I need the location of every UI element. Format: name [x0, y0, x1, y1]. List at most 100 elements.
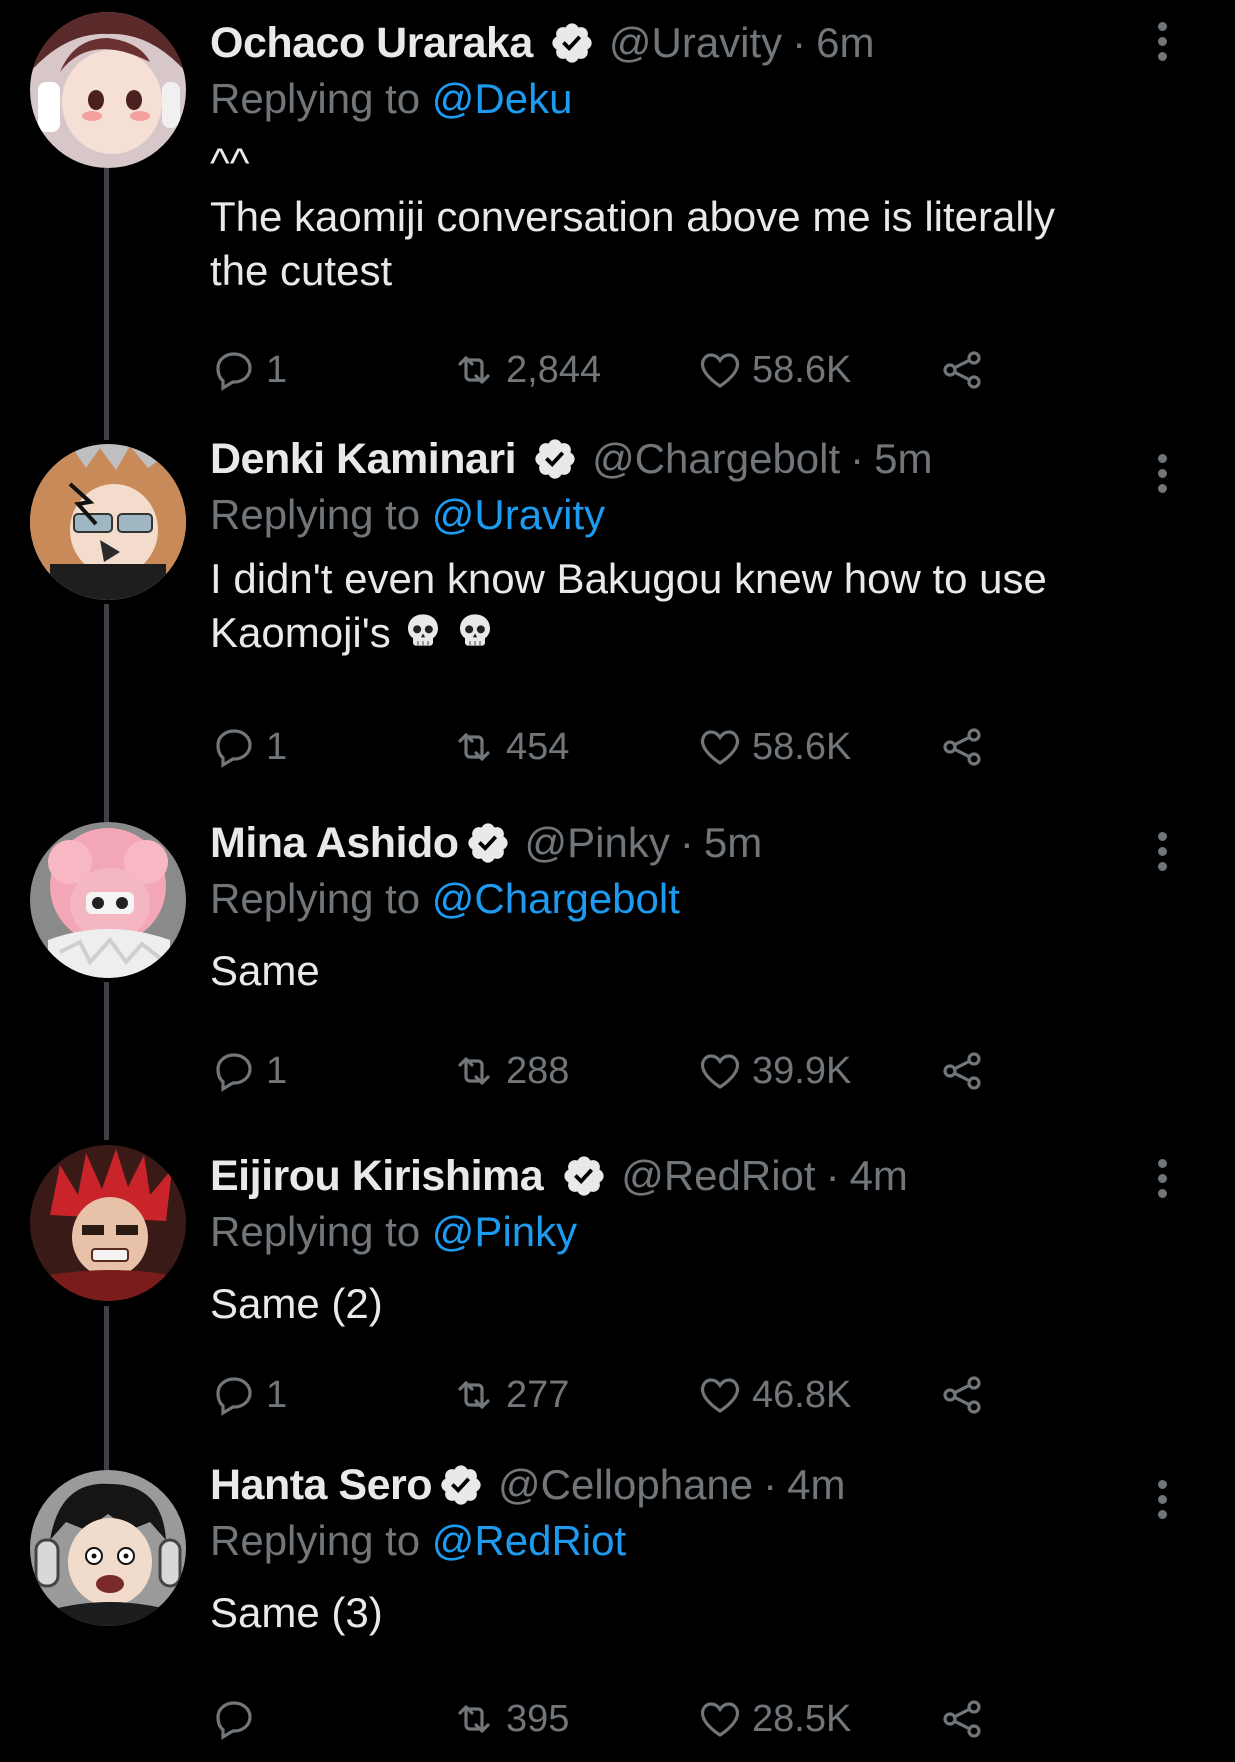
like-button[interactable]: 58.6K	[696, 722, 851, 772]
share-icon	[943, 1376, 981, 1414]
share-icon	[943, 728, 981, 766]
reply-button[interactable]: 1	[210, 722, 287, 772]
user-handle[interactable]: @Pinky	[525, 819, 670, 867]
user-handle[interactable]: @Cellophane	[498, 1461, 753, 1509]
display-name[interactable]: Denki Kaminari	[210, 435, 517, 484]
like-count: 28.5K	[752, 1697, 852, 1740]
retweet-button[interactable]: 395	[450, 1694, 569, 1744]
skull-emoji-icon	[403, 610, 443, 650]
share-button[interactable]	[938, 345, 986, 395]
retweet-button[interactable]: 2,844	[450, 345, 601, 395]
tweet-text: Same	[210, 944, 1160, 998]
more-vertical-icon[interactable]	[1155, 1480, 1169, 1525]
separator-dot: ·	[850, 435, 865, 482]
like-count: 58.6K	[752, 725, 852, 768]
tweet-text-line: I didn't even know Bakugou knew how to u…	[210, 555, 1047, 602]
replying-to-label: Replying to	[210, 1208, 432, 1255]
thread-connector-line	[104, 982, 109, 1140]
share-button[interactable]	[938, 1694, 986, 1744]
reply-icon	[216, 1377, 252, 1416]
heart-icon	[700, 1054, 740, 1089]
reply-count: 1	[266, 1049, 288, 1092]
replying-to-mention[interactable]: @Deku	[432, 75, 573, 122]
avatar[interactable]	[30, 1470, 186, 1626]
like-button[interactable]: 58.6K	[696, 345, 851, 395]
heart-icon	[700, 1378, 740, 1413]
tweet-header: Eijirou Kirishima @RedRiot · 4m	[210, 1147, 1160, 1205]
reply-icon	[216, 729, 252, 768]
timestamp[interactable]: 4m	[787, 1461, 845, 1509]
tweet-text-line: The kaomiji conversation above me is lit…	[210, 193, 1056, 240]
retweet-button[interactable]: 277	[450, 1370, 569, 1420]
tweet-text-line: Kaomoji's	[210, 609, 391, 656]
tweet-header: Hanta Sero @Cellophane · 4m	[210, 1456, 1160, 1514]
retweet-icon	[458, 1381, 490, 1409]
tweet-actions: 1 454 58.6K	[210, 722, 1010, 772]
timestamp[interactable]: 4m	[850, 1152, 908, 1200]
reply-icon	[216, 1701, 252, 1740]
replying-to-label: Replying to	[210, 1517, 432, 1564]
more-vertical-icon[interactable]	[1155, 454, 1169, 499]
replying-to-mention[interactable]: @Uravity	[432, 491, 605, 538]
verified-badge-icon	[549, 20, 595, 66]
replying-to: Replying to @Deku	[210, 72, 1160, 130]
user-handle[interactable]: @RedRiot	[621, 1152, 815, 1200]
like-button[interactable]: 28.5K	[696, 1694, 851, 1744]
user-handle[interactable]: @Chargebolt	[592, 435, 840, 483]
retweet-count: 454	[506, 725, 570, 768]
avatar[interactable]	[30, 1145, 186, 1301]
replying-to-mention[interactable]: @RedRiot	[432, 1517, 626, 1564]
tweet-text-line: the cutest	[210, 247, 393, 294]
verified-badge-icon	[465, 820, 511, 866]
retweet-button[interactable]: 454	[450, 722, 569, 772]
retweet-button[interactable]: 288	[450, 1046, 569, 1096]
share-icon	[943, 351, 981, 389]
user-handle[interactable]: @Uravity	[609, 19, 782, 67]
timestamp[interactable]: 6m	[816, 19, 874, 67]
tweet-text: Same (3)	[210, 1586, 1160, 1640]
retweet-count: 2,844	[506, 348, 602, 391]
share-button[interactable]	[938, 1370, 986, 1420]
tweet-header: Denki Kaminari @Chargebolt · 5m	[210, 430, 1160, 488]
avatar[interactable]	[30, 822, 186, 978]
share-button[interactable]	[938, 1046, 986, 1096]
more-vertical-icon[interactable]	[1155, 1159, 1169, 1204]
retweet-icon	[458, 356, 490, 384]
more-vertical-icon[interactable]	[1155, 832, 1169, 877]
tweet-text: Same (2)	[210, 1277, 1160, 1331]
separator-dot: ·	[792, 19, 807, 66]
tweet-actions: 395 28.5K	[210, 1694, 1010, 1744]
tweet-text-line: ^^	[210, 139, 250, 186]
replying-to-label: Replying to	[210, 491, 432, 538]
verified-badge-icon	[561, 1153, 607, 1199]
display-name[interactable]: Mina Ashido	[210, 819, 459, 868]
like-button[interactable]: 46.8K	[696, 1370, 851, 1420]
more-vertical-icon[interactable]	[1155, 22, 1169, 67]
avatar[interactable]	[30, 444, 186, 600]
replying-to-mention[interactable]: @Pinky	[432, 1208, 577, 1255]
like-count: 58.6K	[752, 348, 852, 391]
reply-count: 1	[266, 1373, 288, 1416]
tweet-header: Mina Ashido @Pinky · 5m	[210, 814, 1160, 872]
replying-to-mention[interactable]: @Chargebolt	[432, 875, 680, 922]
display-name[interactable]: Eijirou Kirishima	[210, 1152, 544, 1201]
display-name[interactable]: Ochaco Uraraka	[210, 19, 533, 68]
reply-button[interactable]: 1	[210, 1046, 287, 1096]
verified-badge-icon	[532, 436, 578, 482]
retweet-icon	[458, 733, 490, 761]
retweet-count: 288	[506, 1049, 570, 1092]
share-button[interactable]	[938, 722, 986, 772]
avatar[interactable]	[30, 12, 186, 168]
timestamp[interactable]: 5m	[874, 435, 932, 483]
reply-button[interactable]: 1	[210, 1370, 287, 1420]
heart-icon	[700, 1702, 740, 1737]
display-name[interactable]: Hanta Sero	[210, 1461, 433, 1510]
reply-button[interactable]: 1	[210, 345, 287, 395]
replying-to: Replying to @Pinky	[210, 1205, 1160, 1263]
retweet-count: 277	[506, 1373, 570, 1416]
reply-button[interactable]	[210, 1694, 266, 1744]
tweet-thread: Ochaco Uraraka @Uravity · 6m Replying to…	[0, 0, 1235, 1762]
tweet-text-line: Same (2)	[210, 1280, 383, 1327]
like-button[interactable]: 39.9K	[696, 1046, 851, 1096]
timestamp[interactable]: 5m	[704, 819, 762, 867]
